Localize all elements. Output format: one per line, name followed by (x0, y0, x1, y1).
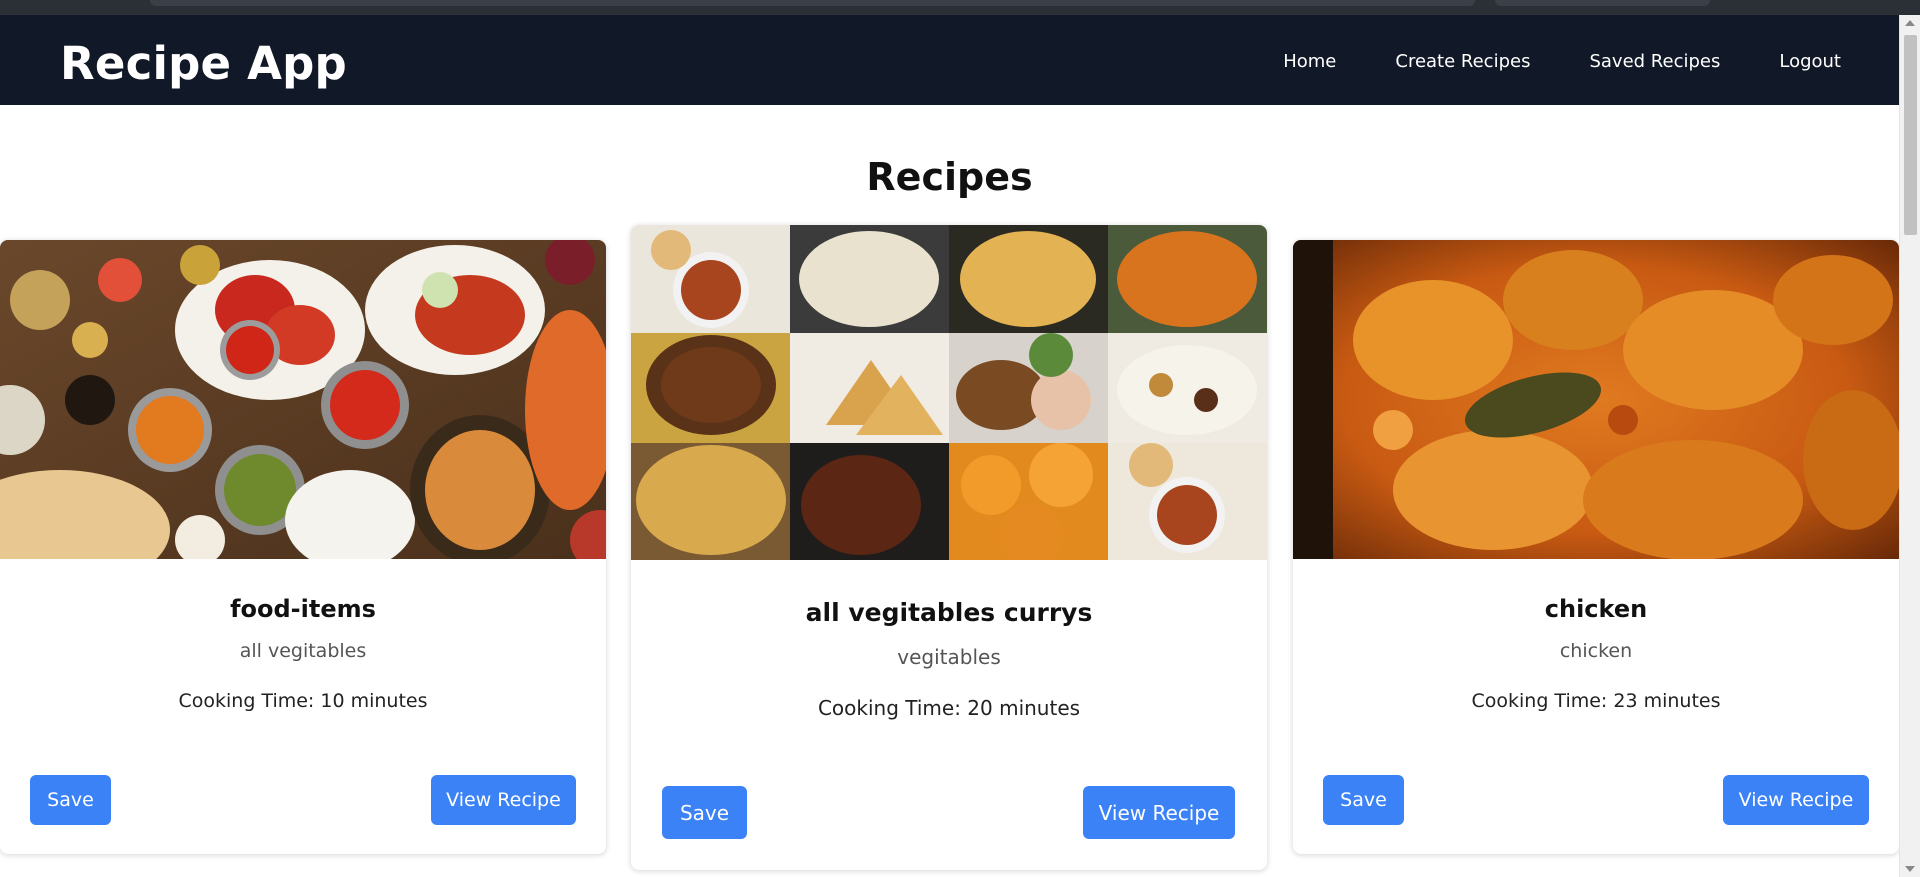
browser-toolbar (0, 0, 1920, 15)
page-scrollbar[interactable] (1899, 15, 1920, 877)
address-bar[interactable] (150, 0, 1475, 6)
nav-saved-recipes-link[interactable]: Saved Recipes (1589, 51, 1720, 72)
cooking-time: Cooking Time: 20 minutes (817, 696, 1081, 720)
nav-logout-link[interactable]: Logout (1779, 51, 1841, 72)
indian-food-spread-photo (0, 240, 606, 559)
scroll-down-icon[interactable] (1905, 866, 1915, 872)
browser-extension-area (1495, 0, 1710, 6)
nav-links: Home Create Recipes Saved Recipes Logout (1283, 51, 1841, 72)
nav-home-link[interactable]: Home (1283, 51, 1336, 72)
food-collage-photo (631, 225, 1267, 560)
recipe-title: all vegitables currys (805, 598, 1093, 627)
save-button[interactable]: Save (30, 775, 111, 825)
save-button[interactable]: Save (1323, 775, 1404, 825)
view-recipe-button[interactable]: View Recipe (1083, 786, 1235, 839)
recipe-card: all vegitables currys vegitables Cooking… (631, 225, 1267, 870)
recipe-description: chicken (1559, 640, 1633, 662)
recipe-title: chicken (1544, 595, 1648, 623)
cooking-time: Cooking Time: 23 minutes (1471, 690, 1721, 712)
recipe-title: food-items (230, 595, 376, 623)
save-button[interactable]: Save (662, 786, 747, 839)
chicken-curry-photo (1293, 240, 1899, 559)
app-title[interactable]: Recipe App (60, 37, 347, 90)
cooking-time: Cooking Time: 10 minutes (178, 690, 428, 712)
view-recipe-button[interactable]: View Recipe (1723, 775, 1869, 825)
recipe-description: all vegitables (239, 640, 367, 662)
scroll-up-icon[interactable] (1905, 20, 1915, 26)
recipe-card: chicken chicken Cooking Time: 23 minutes… (1293, 240, 1899, 854)
view-recipe-button[interactable]: View Recipe (431, 775, 576, 825)
nav-create-recipes-link[interactable]: Create Recipes (1395, 51, 1530, 72)
recipe-description: vegitables (897, 645, 1001, 669)
scrollbar-thumb[interactable] (1904, 35, 1917, 235)
page-title: Recipes (866, 155, 1033, 199)
top-navbar: Recipe App Home Create Recipes Saved Rec… (0, 15, 1899, 105)
recipe-card: food-items all vegitables Cooking Time: … (0, 240, 606, 854)
